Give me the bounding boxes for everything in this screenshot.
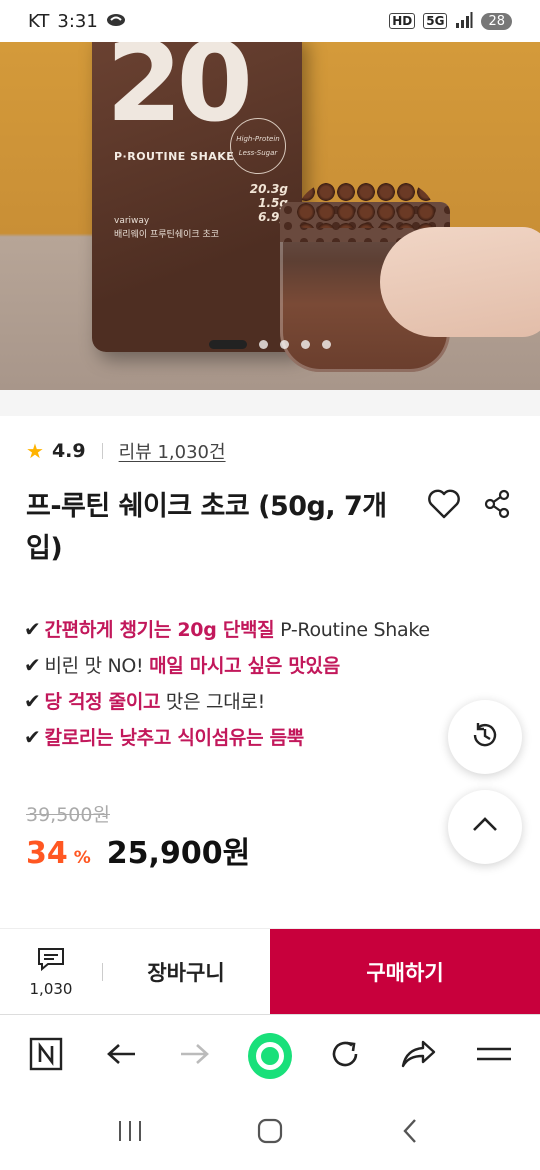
forward-button[interactable]: [173, 1034, 217, 1078]
share-icon: [482, 489, 512, 523]
feature-item: ✔ 칼로리는 낮추고 식이섬유는 듬뿍: [24, 725, 304, 749]
carousel-dot[interactable]: [301, 340, 310, 349]
menu-button[interactable]: [472, 1034, 516, 1078]
review-count: 1,030: [29, 979, 73, 998]
status-bar: KT 3:31 HD 5G 28: [0, 0, 540, 42]
carrier-label: KT: [28, 10, 50, 32]
5g-icon: 5G: [423, 13, 448, 29]
recent-history-button[interactable]: [448, 700, 522, 774]
hand-image: [380, 227, 540, 337]
share-arrow-icon: [401, 1039, 437, 1073]
price-row: 34 % 25,900원: [26, 828, 250, 872]
heart-icon: [427, 489, 461, 523]
rating-row: ★ 4.9 리뷰 1,030건: [26, 438, 226, 464]
purchase-bar: 1,030 장바구니 구매하기: [0, 928, 540, 1014]
product-package-image: 20 P·ROUTINE SHAKE High-Protein Less-Sug…: [92, 42, 302, 352]
refresh-button[interactable]: [323, 1034, 367, 1078]
arrow-right-icon: [179, 1042, 211, 1070]
comment-icon: [36, 946, 66, 976]
system-back-button[interactable]: [385, 1113, 435, 1153]
check-icon: ✔: [24, 653, 41, 677]
divider: [101, 443, 103, 459]
check-icon: ✔: [24, 617, 41, 641]
original-price: 39,500원: [26, 804, 110, 826]
home-button[interactable]: [245, 1113, 295, 1153]
scroll-top-button[interactable]: [448, 790, 522, 864]
carousel-dot[interactable]: [280, 340, 289, 349]
check-icon: ✔: [24, 689, 41, 713]
product-title: 프-루틴 쉐이크 초코 (50g, 7개입): [26, 491, 387, 564]
package-number: 20: [106, 42, 253, 146]
hamburger-icon: [476, 1042, 512, 1070]
carousel-indicator: [0, 340, 540, 349]
chevron-up-icon: [471, 815, 499, 839]
feature-item: ✔ 비린 맛 NO! 매일 마시고 싶은 맛있음: [24, 653, 340, 677]
system-navigation-bar: [0, 1096, 540, 1170]
recent-apps-button[interactable]: [105, 1113, 155, 1153]
share-page-button[interactable]: [397, 1034, 441, 1078]
clock: 3:31: [57, 10, 98, 32]
buy-button[interactable]: 구매하기: [270, 929, 540, 1014]
green-dot-icon: [247, 1032, 292, 1079]
feature-list: ✔ 간편하게 챙기는 20g 단백질 P-Routine Shake ✔ 비린 맛 …: [24, 612, 430, 756]
history-icon: [469, 719, 501, 755]
review-link[interactable]: 리뷰 1,030건: [119, 438, 226, 464]
discount-unit: %: [73, 848, 91, 868]
star-icon: ★: [26, 439, 44, 463]
feature-item: ✔ 당 걱정 줄이고 맛은 그대로!: [24, 689, 265, 713]
naver-n-icon: [29, 1037, 63, 1075]
feature-item: ✔ 간편하게 챙기는 20g 단백질 P-Routine Shake: [24, 617, 430, 641]
check-icon: ✔: [24, 725, 41, 749]
naver-home-button[interactable]: [24, 1034, 68, 1078]
carousel-dot[interactable]: [322, 340, 331, 349]
signal-icon: [455, 11, 473, 31]
sale-price: 25,900원: [106, 836, 251, 871]
hd-icon: HD: [389, 13, 416, 29]
product-image-carousel[interactable]: 20 P·ROUTINE SHAKE High-Protein Less-Sug…: [0, 42, 540, 390]
browser-toolbar: [0, 1014, 540, 1096]
green-dot-button[interactable]: [247, 1032, 292, 1079]
back-button[interactable]: [99, 1034, 143, 1078]
package-badge: High-Protein Less-Sugar: [230, 118, 286, 174]
discount-rate: 34: [26, 836, 68, 871]
section-divider: [0, 390, 540, 416]
arrow-left-icon: [105, 1042, 137, 1070]
package-brand-line: P·ROUTINE SHAKE: [114, 150, 235, 163]
package-label: variway 배리웨이 프루틴쉐이크 초코: [114, 216, 220, 240]
cart-button[interactable]: 장바구니: [102, 929, 270, 1014]
recent-apps-icon: [116, 1119, 144, 1147]
chevron-left-icon: [400, 1117, 420, 1149]
share-button[interactable]: [475, 484, 519, 528]
review-count-button[interactable]: 1,030: [0, 929, 102, 1014]
home-square-icon: [256, 1117, 284, 1149]
choco-balls-image: [296, 182, 436, 228]
battery-indicator: 28: [481, 12, 512, 30]
cloud-icon: [106, 11, 126, 32]
carousel-dot[interactable]: [209, 340, 247, 349]
wishlist-button[interactable]: [422, 484, 466, 528]
rating-value: 4.9: [51, 440, 86, 462]
carousel-dot[interactable]: [259, 340, 268, 349]
refresh-icon: [328, 1037, 362, 1075]
